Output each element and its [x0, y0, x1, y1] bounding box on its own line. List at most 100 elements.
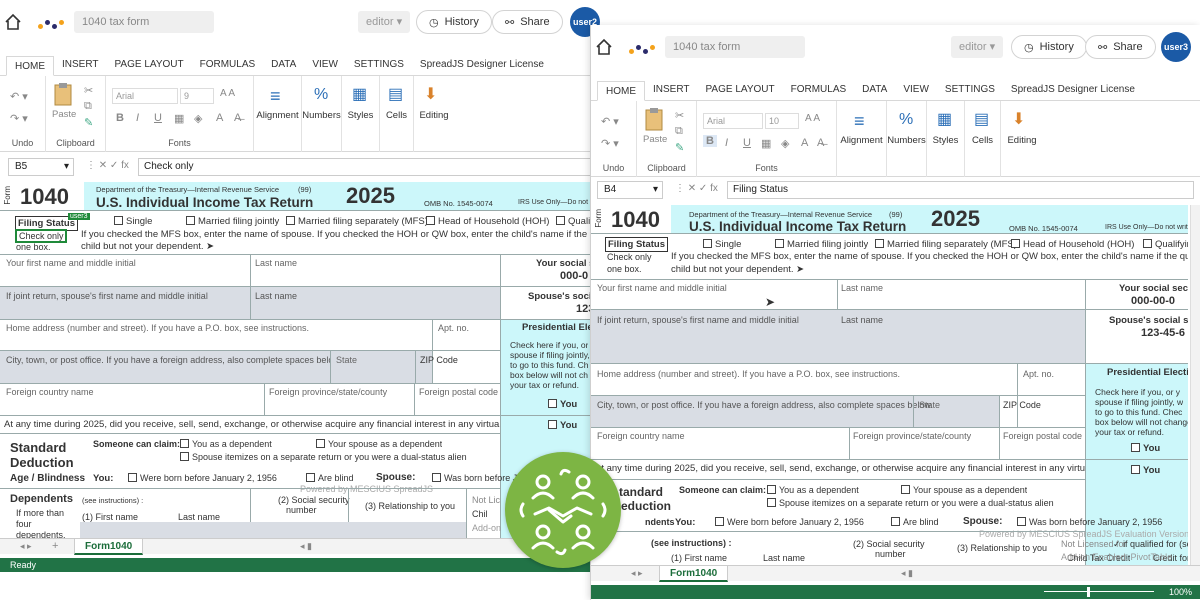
state-field[interactable]: State — [336, 355, 357, 365]
formula-input[interactable]: Check only — [138, 158, 614, 176]
editing-group[interactable]: ⬇ Editing — [1001, 101, 1043, 177]
crypto-you-checkbox[interactable]: You — [548, 420, 577, 431]
sheet-nav-icon[interactable]: ◂ ▸ — [20, 541, 32, 552]
tab-formulas[interactable]: FORMULAS — [783, 80, 855, 100]
apt-field[interactable]: Apt. no. — [438, 323, 469, 333]
italic-button[interactable]: I — [136, 112, 139, 124]
mode-select[interactable]: editor ▾ — [358, 11, 410, 33]
zip-field[interactable]: ZIP Code — [420, 355, 458, 365]
tab-view[interactable]: VIEW — [895, 80, 937, 100]
clear-format-icon[interactable]: A̶ — [234, 112, 241, 124]
mfs-checkbox[interactable]: Married filing separately (MFS) — [875, 239, 1017, 250]
add-sheet-icon[interactable]: + — [52, 540, 58, 552]
formula-input[interactable]: Filing Status — [727, 181, 1194, 199]
you-dependent-checkbox[interactable]: You as a dependent — [180, 439, 272, 449]
bold-button[interactable]: B — [703, 135, 717, 147]
undo-icon[interactable]: ↶ ▾ — [10, 90, 28, 103]
sheet-tab-form1040[interactable]: Form1040 — [74, 539, 144, 555]
foreign-province-field[interactable]: Foreign province/state/county — [853, 431, 971, 441]
redo-icon[interactable]: ↷ ▾ — [10, 112, 28, 125]
home-icon[interactable] — [593, 36, 615, 58]
spouse-ssn-value[interactable]: 123-45-6 — [1141, 327, 1185, 339]
font-color-icon[interactable]: A — [801, 137, 808, 149]
sheet-nav-icon[interactable]: ◂ ▸ — [631, 568, 643, 579]
qw-checkbox[interactable]: Qualifying — [1143, 239, 1188, 250]
tab-home[interactable]: HOME — [597, 81, 645, 101]
zip-field[interactable]: ZIP Code — [1003, 400, 1041, 410]
font-size-select[interactable]: 9 — [180, 88, 214, 104]
paste-button[interactable]: Paste — [52, 82, 76, 120]
home-icon[interactable] — [2, 11, 24, 33]
alignment-group[interactable]: ≡ Alignment — [254, 76, 302, 152]
borders-icon[interactable]: ▦ — [174, 112, 184, 125]
font-size-select[interactable]: 10 — [765, 113, 799, 129]
numbers-group[interactable]: % Numbers — [887, 101, 927, 177]
fill-color-icon[interactable]: ◈ — [194, 112, 202, 125]
mfj-checkbox[interactable]: Married filing jointly — [186, 216, 279, 227]
share-button[interactable]: ⚯ Share — [1085, 35, 1156, 59]
first-name-field[interactable]: Your first name and middle initial — [597, 283, 727, 293]
tab-license[interactable]: SpreadJS Designer License — [412, 55, 552, 75]
tab-settings[interactable]: SETTINGS — [346, 55, 412, 75]
spouse-last-name-field[interactable]: Last name — [841, 315, 883, 325]
cells-group[interactable]: ▤ Cells — [965, 101, 1001, 177]
spouse-itemizes-checkbox[interactable]: Spouse itemizes on a separate return or … — [767, 498, 1054, 508]
pres-you-checkbox[interactable]: You — [548, 399, 577, 410]
spouse-dependent-checkbox[interactable]: Your spouse as a dependent — [901, 485, 1027, 495]
format-painter-icon[interactable]: ✎ — [84, 116, 93, 129]
alignment-group[interactable]: ≡ Alignment — [837, 101, 887, 177]
mfj-checkbox[interactable]: Married filing jointly — [775, 239, 868, 250]
born-before-checkbox[interactable]: Were born before January 2, 1956 — [128, 473, 277, 483]
tab-formulas[interactable]: FORMULAS — [192, 55, 264, 75]
tab-data[interactable]: DATA — [263, 55, 304, 75]
name-box[interactable]: B4 ▾ — [597, 181, 663, 199]
format-painter-icon[interactable]: ✎ — [675, 141, 684, 154]
cells-group[interactable]: ▤ Cells — [380, 76, 414, 152]
tab-insert[interactable]: INSERT — [645, 80, 698, 100]
font-name-select[interactable]: Arial — [112, 88, 178, 104]
spouse-itemizes-checkbox[interactable]: Spouse itemizes on a separate return or … — [180, 452, 467, 462]
sheet-tab-form1040[interactable]: Form1040 — [659, 566, 729, 582]
zoom-slider-thumb[interactable] — [1087, 587, 1090, 597]
blind-checkbox[interactable]: Are blind — [891, 517, 939, 527]
selected-cell-check-only[interactable]: Check only — [15, 229, 67, 243]
hoh-checkbox[interactable]: Head of Household (HOH) — [426, 216, 549, 227]
spreadsheet-grid[interactable]: Form 1040 Department of the Treasury—Int… — [591, 205, 1188, 565]
spouse-born-checkbox[interactable]: Was born before January 2, 1956 — [1017, 517, 1162, 527]
apt-field[interactable]: Apt. no. — [1023, 369, 1054, 379]
fill-color-icon[interactable]: ◈ — [781, 137, 789, 150]
pres-you-checkbox[interactable]: You — [1131, 443, 1160, 454]
first-name-field[interactable]: Your first name and middle initial — [6, 258, 136, 268]
undo-icon[interactable]: ↶ ▾ — [601, 115, 619, 128]
styles-group[interactable]: ▦ Styles — [927, 101, 965, 177]
italic-button[interactable]: I — [725, 137, 728, 149]
document-title[interactable]: 1040 tax form — [665, 36, 805, 58]
paste-button[interactable]: Paste — [643, 107, 667, 145]
vertical-scrollbar[interactable] — [1190, 205, 1200, 565]
grow-font-icon[interactable]: A A — [805, 113, 820, 124]
foreign-province-field[interactable]: Foreign province/state/county — [269, 387, 387, 397]
numbers-group[interactable]: % Numbers — [302, 76, 342, 152]
tab-page-layout[interactable]: PAGE LAYOUT — [698, 80, 783, 100]
qw-checkbox[interactable]: Qualif — [556, 216, 593, 227]
foreign-postal-field[interactable]: Foreign postal code — [1003, 431, 1082, 441]
you-dependent-checkbox[interactable]: You as a dependent — [767, 485, 859, 495]
hoh-checkbox[interactable]: Head of Household (HOH) — [1011, 239, 1134, 250]
zoom-slider[interactable] — [1044, 591, 1154, 592]
redo-icon[interactable]: ↷ ▾ — [601, 137, 619, 150]
last-name-field[interactable]: Last name — [841, 283, 883, 293]
city-field[interactable]: City, town, or post office. If you have … — [6, 355, 342, 365]
tab-view[interactable]: VIEW — [304, 55, 346, 75]
hscroll-bar[interactable]: ◂ ▮ — [300, 541, 312, 552]
filing-status-label-selected[interactable]: Filing Status — [605, 237, 668, 252]
foreign-postal-field[interactable]: Foreign postal code — [419, 387, 498, 397]
tab-data[interactable]: DATA — [854, 80, 895, 100]
spouse-first-name-field[interactable]: If joint return, spouse's first name and… — [597, 315, 799, 325]
hscroll-bar[interactable]: ◂ ▮ — [901, 568, 913, 579]
history-button[interactable]: ◷ History — [416, 10, 492, 34]
born-before-checkbox[interactable]: Were born before January 2, 1956 — [715, 517, 864, 527]
foreign-country-field[interactable]: Foreign country name — [597, 431, 685, 441]
share-button[interactable]: ⚯ Share — [492, 10, 563, 34]
tab-license[interactable]: SpreadJS Designer License — [1003, 80, 1143, 100]
font-color-icon[interactable]: A — [216, 112, 223, 124]
